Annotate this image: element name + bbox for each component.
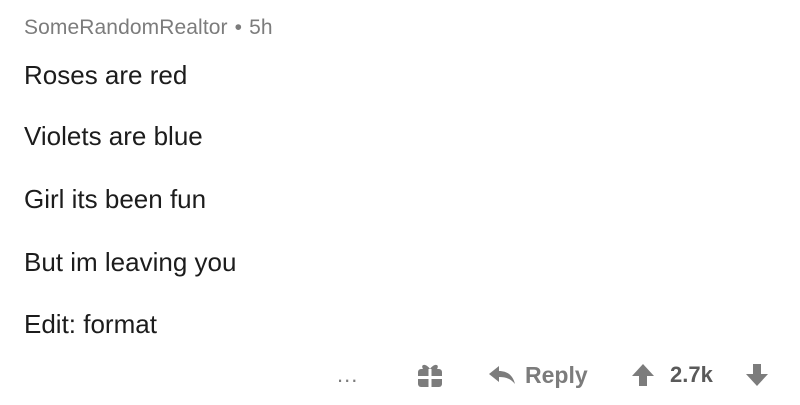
comment-meta: SomeRandomRealtor • 5h [24,16,273,40]
downvote-arrow-icon[interactable] [744,362,770,388]
comment-line: Violets are blue [24,121,203,151]
comment: SomeRandomRealtor • 5h Roses are red Viole… [0,0,800,405]
gift-icon[interactable] [416,361,444,389]
upvote-arrow-icon[interactable] [630,362,656,388]
author-name[interactable]: SomeRandomRealtor [24,16,228,39]
reply-arrow-icon [489,366,515,384]
reply-button[interactable]: Reply [487,355,588,395]
vote-score: 2.7k [670,362,713,387]
timestamp[interactable]: 5h [249,16,273,39]
comment-line: Roses are red [24,60,188,90]
comment-line: Edit: format [24,309,157,339]
comment-line: Girl its been fun [24,184,207,214]
more-options-button[interactable]: ... [337,355,358,395]
comment-actions: ... Reply 2.7k [0,355,800,395]
meta-separator: • [234,16,243,39]
reply-label: Reply [525,361,588,388]
comment-line: But im leaving you [24,247,237,277]
